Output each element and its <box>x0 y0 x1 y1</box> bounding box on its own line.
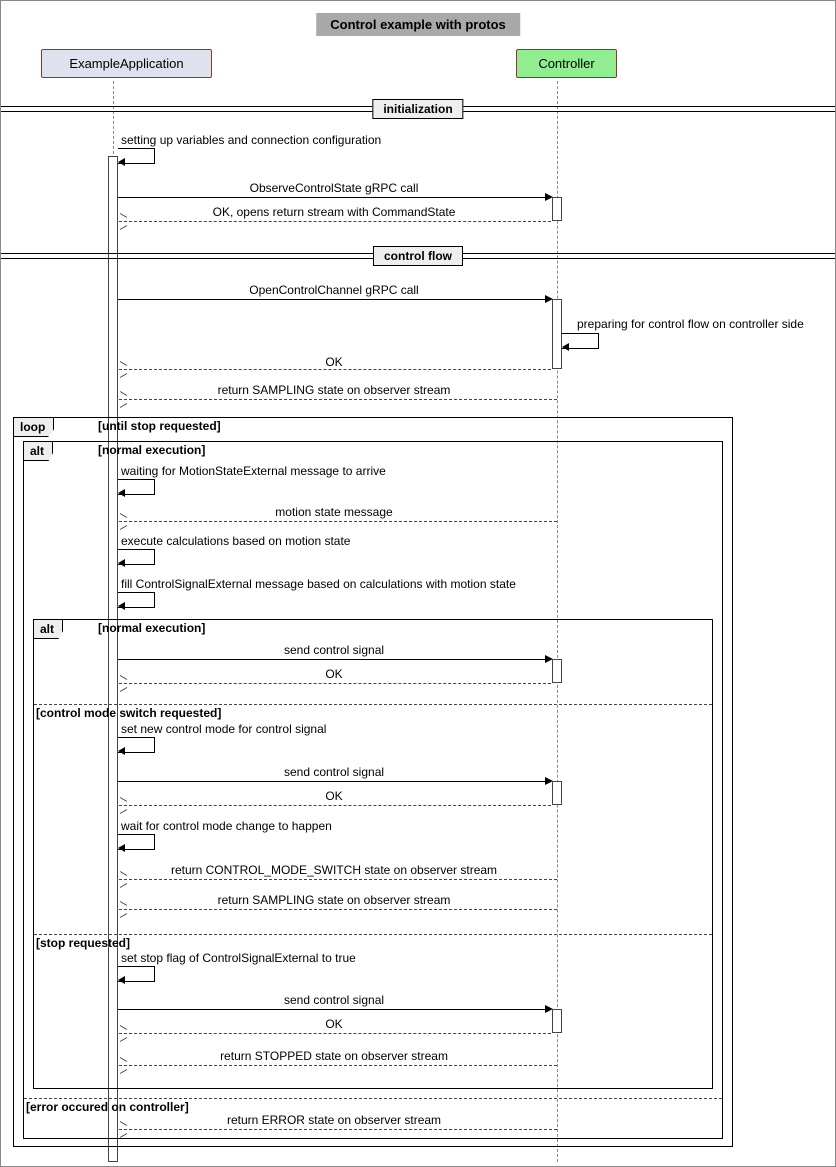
msg-wait-motion: waiting for MotionStateExternal message … <box>121 464 386 478</box>
arrow-m6 <box>119 365 127 373</box>
msg-ok1: OK <box>119 667 549 681</box>
line-m2 <box>118 197 550 198</box>
participant-controller: Controller <box>516 49 617 78</box>
alt2-tag: alt <box>33 619 63 639</box>
line-m19 <box>119 909 557 910</box>
act-ctrl-send2 <box>552 781 562 805</box>
selfcall-wait-arrow <box>118 489 125 497</box>
loop-cond: [until stop requested] <box>98 419 221 433</box>
line-m23 <box>119 1065 557 1066</box>
msg-open-channel: OpenControlChannel gRPC call <box>119 283 549 297</box>
diagram-title: Control example with protos <box>316 13 520 36</box>
msg-send1: send control signal <box>119 643 549 657</box>
divider-init-label: initialization <box>372 99 463 119</box>
arrow-m13 <box>119 679 127 687</box>
arrow-m24 <box>119 1125 127 1133</box>
line-m4 <box>118 299 550 300</box>
msg-fill-signal: fill ControlSignalExternal message based… <box>121 577 516 591</box>
arrow-m23 <box>119 1061 127 1069</box>
msg-stopped: return STOPPED state on observer stream <box>119 1049 549 1063</box>
msg-sampling2: return SAMPLING state on observer stream <box>119 893 549 907</box>
alt2-div2 <box>34 934 712 935</box>
msg-wait-mode: wait for control mode change to happen <box>121 819 332 833</box>
msg-observe-call: ObserveControlState gRPC call <box>119 181 549 195</box>
msg-motion-state: motion state message <box>119 505 549 519</box>
msg-open-ok: OK <box>119 355 549 369</box>
line-m7 <box>119 399 557 400</box>
selfcall-calc-arrow <box>118 559 125 567</box>
activation-ctrl-2 <box>552 299 562 369</box>
arrow-m22 <box>119 1029 127 1037</box>
msg-prepare-ctrl: preparing for control flow on controller… <box>577 317 804 331</box>
alt2c-cond: [stop requested] <box>36 936 130 950</box>
alt2-cond: [normal execution] <box>98 621 205 635</box>
msg-set-mode: set new control mode for control signal <box>121 722 326 736</box>
arrow-m3 <box>119 217 127 225</box>
selfcall-ctrl-arrow <box>562 343 569 351</box>
selfcall-waitmode-arrow <box>118 844 125 852</box>
selfcall-fill-arrow <box>118 602 125 610</box>
selfcall-stop-arrow <box>118 976 125 984</box>
msg-send2: send control signal <box>119 765 549 779</box>
divider-flow-label: control flow <box>373 246 463 266</box>
arrow-m7 <box>119 395 127 403</box>
msg-error: return ERROR state on observer stream <box>119 1113 549 1127</box>
alt1-divider <box>24 1098 722 1099</box>
line-m18 <box>119 879 557 880</box>
msg-calc: execute calculations based on motion sta… <box>121 534 350 548</box>
act-ctrl-send1 <box>552 659 562 683</box>
divider-flow: control flow <box>1 253 835 259</box>
line-m21 <box>118 1009 550 1010</box>
arrow-m16 <box>119 801 127 809</box>
msg-mode-switch: return CONTROL_MODE_SWITCH state on obse… <box>119 863 549 877</box>
msg-sampling1: return SAMPLING state on observer stream <box>119 383 549 397</box>
line-m9 <box>119 521 557 522</box>
divider-init: initialization <box>1 106 835 112</box>
line-m15 <box>118 781 550 782</box>
alt2-div1 <box>34 704 712 705</box>
line-m6 <box>119 369 551 370</box>
arrow-m18 <box>119 875 127 883</box>
msg-setup-vars: setting up variables and connection conf… <box>121 133 381 147</box>
msg-send3: send control signal <box>119 993 549 1007</box>
selfcall-setmode-arrow <box>118 747 125 755</box>
msg-set-stop: set stop flag of ControlSignalExternal t… <box>121 951 356 965</box>
alt1-cond: [normal execution] <box>98 443 205 457</box>
loop-tag: loop <box>13 417 54 437</box>
msg-observe-reply: OK, opens return stream with CommandStat… <box>119 205 549 219</box>
line-m22 <box>119 1033 551 1034</box>
line-m12 <box>118 659 550 660</box>
sequence-diagram: Control example with protos ExampleAppli… <box>0 0 836 1167</box>
line-m24 <box>119 1129 557 1130</box>
alt1-tag: alt <box>23 441 53 461</box>
line-m16 <box>119 805 551 806</box>
participant-app: ExampleApplication <box>41 49 212 78</box>
arrow-m9 <box>119 517 127 525</box>
msg-ok3: OK <box>119 1017 549 1031</box>
alt2b-cond: [control mode switch requested] <box>36 706 221 720</box>
activation-ctrl-1 <box>552 197 562 221</box>
alt1b-cond: [error occured on controller] <box>26 1100 189 1114</box>
arrow-m19 <box>119 905 127 913</box>
act-ctrl-send3 <box>552 1009 562 1033</box>
line-m13 <box>119 683 551 684</box>
selfcall-setup-arrow <box>118 158 125 166</box>
line-m3 <box>119 221 551 222</box>
msg-ok2: OK <box>119 789 549 803</box>
